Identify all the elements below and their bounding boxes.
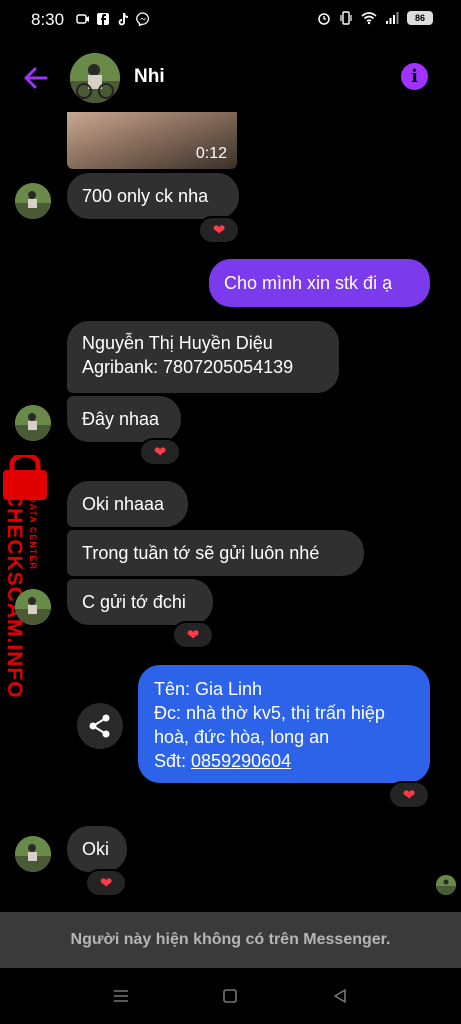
heart-icon: ❤	[212, 221, 226, 239]
message-line: Đc: nhà thờ kv5, thị trấn hiệp	[154, 703, 385, 723]
reaction-badge[interactable]: ❤	[85, 869, 127, 897]
video-camera-icon	[76, 14, 89, 24]
message-line: Nguyễn Thị Huyền Diệu	[82, 333, 273, 353]
message-text: Đây nhaa	[82, 409, 160, 429]
message-line: Tên: Gia Linh	[154, 679, 263, 699]
unavailable-notice: Người này hiện không có trên Messenger.	[0, 912, 461, 968]
system-nav-bar	[0, 968, 461, 1024]
back-arrow-icon[interactable]	[20, 62, 52, 94]
notice-text: Người này hiện không có trên Messenger.	[70, 931, 391, 948]
share-icon	[89, 714, 110, 738]
video-duration: 0:12	[195, 145, 227, 162]
tiktok-icon	[118, 13, 128, 26]
sender-avatar[interactable]	[15, 405, 51, 441]
conversation-header: Nhi i	[0, 48, 461, 108]
sender-avatar[interactable]	[15, 836, 51, 872]
incoming-message[interactable]: Oki nhaaa	[67, 481, 188, 527]
incoming-message[interactable]: Oki	[67, 826, 127, 872]
sender-avatar[interactable]	[15, 589, 51, 625]
message-text: Oki	[82, 839, 109, 859]
phone-label: Sđt:	[154, 751, 192, 771]
message-text: Oki nhaaa	[82, 494, 165, 514]
message-line: Agribank: 7807205054139	[82, 357, 294, 377]
wifi-icon	[361, 12, 377, 25]
signal-icon	[386, 12, 399, 24]
message-text: Cho mình xin stk đi ạ	[224, 273, 393, 293]
incoming-message[interactable]: 700 only ck nha	[67, 173, 239, 219]
outgoing-message[interactable]: Cho mình xin stk đi ạ	[209, 259, 430, 307]
messenger-icon	[136, 12, 150, 26]
heart-icon: ❤	[186, 626, 200, 644]
phone-link[interactable]: 0859290604	[191, 751, 291, 771]
contact-avatar[interactable]	[70, 53, 120, 103]
sender-avatar[interactable]	[15, 183, 51, 219]
message-text: 700 only ck nha	[82, 186, 209, 206]
nav-menu-icon[interactable]	[111, 986, 131, 1006]
reaction-badge[interactable]: ❤	[388, 781, 430, 809]
video-message[interactable]: 0:12	[67, 112, 237, 169]
nav-home-icon[interactable]	[220, 986, 240, 1006]
message-line: hoà, đức hòa, long an	[154, 727, 330, 747]
watermark-small-text: DATA CENTER	[28, 496, 38, 570]
incoming-message[interactable]: Trong tuần tớ sẽ gửi luôn nhé	[67, 530, 364, 576]
status-time: 8:30	[31, 10, 65, 29]
share-button[interactable]	[77, 703, 123, 749]
message-line: Sđt: 0859290604	[154, 749, 414, 773]
status-bar: 8:30 86	[0, 0, 461, 40]
heart-icon: ❤	[99, 874, 113, 892]
info-icon[interactable]: i	[401, 63, 428, 90]
heart-icon: ❤	[153, 443, 167, 461]
outgoing-message[interactable]: Tên: Gia Linh Đc: nhà thờ kv5, thị trấn …	[138, 665, 430, 783]
contact-name[interactable]: Nhi	[134, 66, 165, 88]
seen-indicator-avatar	[436, 875, 456, 895]
message-text: Trong tuần tớ sẽ gửi luôn nhé	[82, 543, 320, 563]
incoming-message[interactable]: Đây nhaa	[67, 396, 181, 442]
reaction-badge[interactable]: ❤	[198, 216, 240, 244]
battery-icon: 86	[407, 11, 433, 25]
reaction-badge[interactable]: ❤	[139, 438, 181, 466]
heart-icon: ❤	[402, 786, 416, 804]
facebook-icon	[97, 13, 109, 25]
incoming-message[interactable]: Nguyễn Thị Huyền Diệu Agribank: 78072050…	[67, 321, 339, 393]
reaction-badge[interactable]: ❤	[172, 621, 214, 649]
vibrate-icon	[340, 11, 352, 25]
incoming-message[interactable]: C gửi tớ đchi	[67, 579, 213, 625]
message-text: C gửi tớ đchi	[82, 592, 186, 612]
nav-back-icon[interactable]	[330, 986, 350, 1006]
alarm-icon	[318, 13, 330, 25]
